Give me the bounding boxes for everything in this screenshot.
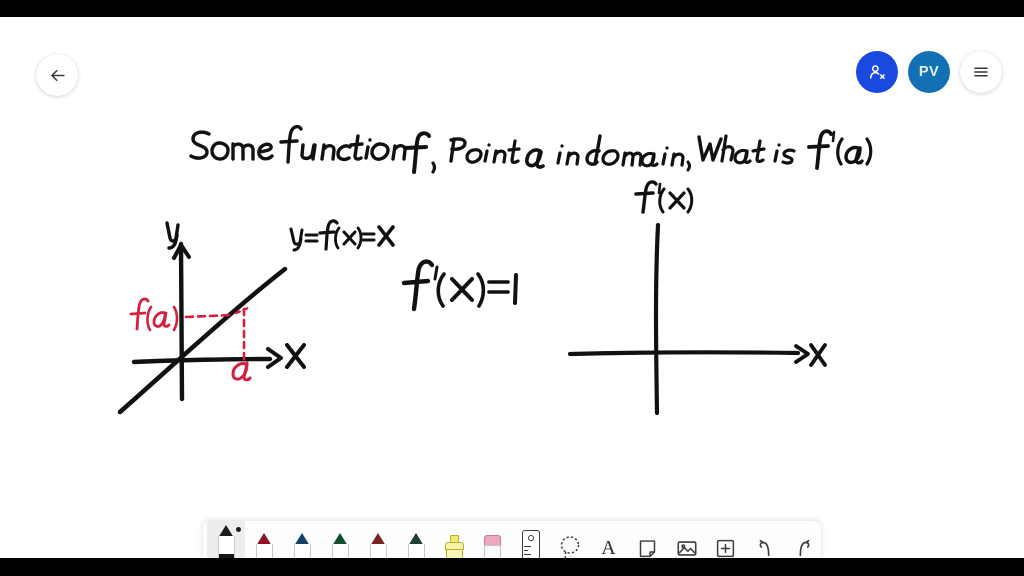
letterbox-top-bar [0, 0, 1024, 17]
hamburger-menu-icon [974, 67, 988, 77]
undo-arrow-icon [759, 539, 769, 557]
handwriting-ink-layer [117, 124, 873, 416]
redo-arrow-icon [799, 539, 809, 557]
menu-button[interactable] [960, 51, 1002, 93]
back-button[interactable] [36, 54, 78, 96]
text-tool-icon: A [601, 537, 616, 559]
avatar[interactable]: PV [908, 51, 950, 93]
whiteboard-canvas[interactable]: PV [0, 17, 1024, 558]
add-person-button[interactable] [856, 51, 898, 93]
selected-tool-indicator [236, 527, 241, 532]
add-plus-box-icon [716, 539, 735, 557]
avatar-initials: PV [918, 64, 940, 80]
add-person-icon [870, 65, 885, 79]
screen: PV A [0, 0, 1024, 576]
arrow-left-icon [50, 69, 65, 81]
top-right-controls: PV [856, 51, 1002, 93]
image-icon [677, 540, 696, 556]
letterbox-bottom-bar [0, 558, 1024, 576]
sticky-note-icon [639, 539, 656, 557]
